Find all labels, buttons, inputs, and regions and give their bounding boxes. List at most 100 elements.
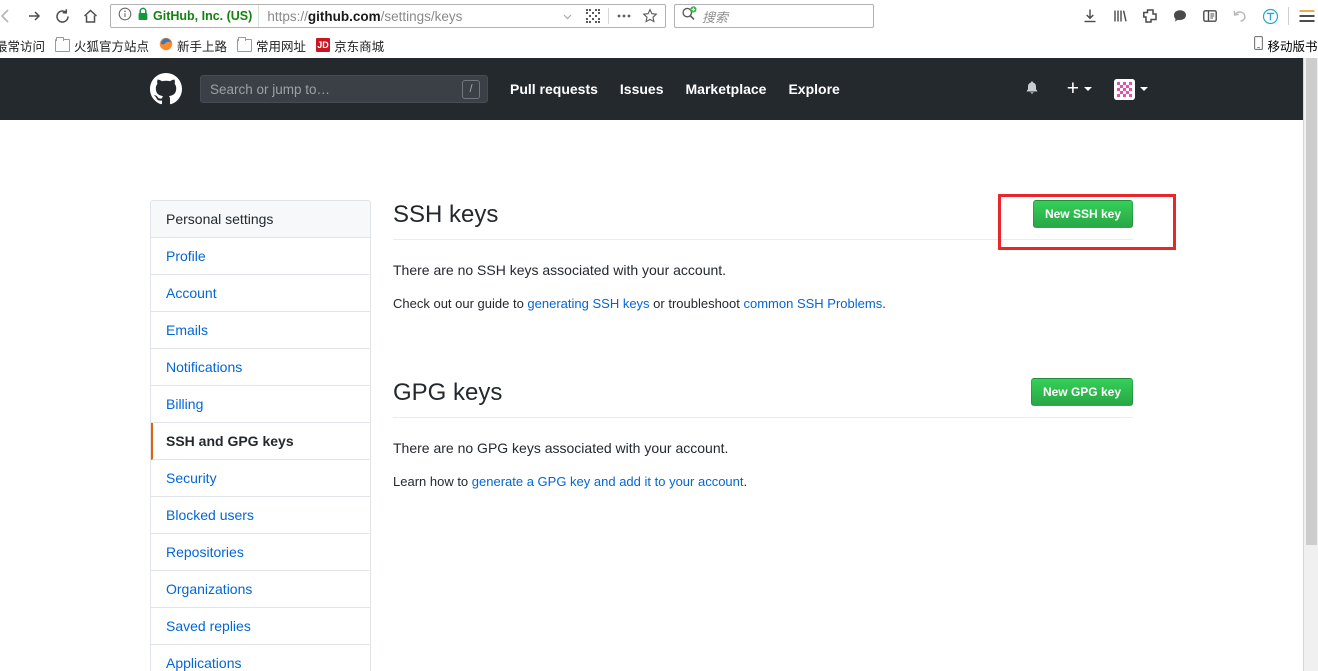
github-search-placeholder: Search or jump to…	[210, 81, 331, 97]
toolbar-divider	[1288, 7, 1289, 25]
reader-sidebar-icon[interactable]	[1195, 2, 1225, 30]
bookmark-common-sites[interactable]: 常用网址	[232, 34, 311, 56]
github-mark-icon[interactable]	[150, 73, 182, 105]
bookmark-label: 最常访问	[0, 39, 46, 54]
settings-content: Personal settings Profile Account Emails…	[0, 120, 1303, 671]
github-search-input[interactable]: Search or jump to… /	[200, 75, 488, 103]
settings-main-column: SSH keys New SSH key There are no SSH ke…	[393, 200, 1133, 492]
gpg-keys-title: GPG keys	[393, 379, 503, 406]
chat-bubble-icon[interactable]	[1165, 2, 1195, 30]
gpg-guide-text: Learn how to generate a GPG key and add …	[393, 471, 1133, 492]
sidebar-item-ssh-and-gpg-keys[interactable]: SSH and GPG keys	[151, 423, 370, 460]
ssh-empty-message: There are no SSH keys associated with yo…	[393, 262, 727, 278]
sidebar-item-blocked-users[interactable]: Blocked users	[151, 497, 370, 534]
ssh-guide-text: Check out our guide to generating SSH ke…	[393, 293, 1133, 314]
github-global-header: Search or jump to… / Pull requests Issue…	[0, 58, 1303, 120]
sidebar-item-profile[interactable]: Profile	[151, 238, 370, 275]
sidebar-heading: Personal settings	[151, 201, 370, 238]
create-new-menu[interactable]: +	[1066, 77, 1092, 100]
mobile-phone-icon	[1254, 35, 1264, 55]
sidebar-item-organizations[interactable]: Organizations	[151, 571, 370, 608]
browser-search-bar[interactable]: 搜索	[674, 4, 874, 28]
bookmarks-toolbar: 最常访问 火狐官方站点 新手上路 常用网址 JD 京东商城 移动版书签	[0, 32, 1318, 58]
reload-icon[interactable]	[48, 2, 76, 30]
generating-ssh-keys-link[interactable]: generating SSH keys	[527, 296, 649, 311]
hamburger-menu-icon[interactable]	[1292, 2, 1318, 30]
nav-issues[interactable]: Issues	[620, 81, 664, 97]
gpg-keys-section: GPG keys New GPG key There are no GPG ke…	[393, 378, 1133, 492]
padlock-icon[interactable]	[137, 7, 149, 26]
bell-icon[interactable]	[1024, 80, 1042, 98]
nav-pull-requests[interactable]: Pull requests	[510, 81, 598, 97]
sidebar-item-account[interactable]: Account	[151, 275, 370, 312]
scrollbar-thumb[interactable]	[1306, 58, 1317, 545]
mobile-bookmarks-folder[interactable]: 移动版书签	[1254, 35, 1318, 55]
personal-settings-menu: Personal settings Profile Account Emails…	[150, 200, 371, 671]
library-icon[interactable]	[1105, 2, 1135, 30]
ssh-guide-prefix: Check out our guide to	[393, 296, 528, 311]
settings-sidebar: Personal settings Profile Account Emails…	[150, 200, 371, 671]
browser-chrome: GitHub, Inc. (US) https://github.com/set…	[0, 0, 1318, 58]
ssh-guide-suffix: .	[882, 296, 886, 311]
nav-marketplace[interactable]: Marketplace	[686, 81, 767, 97]
site-identity-box[interactable]: GitHub, Inc. (US)	[111, 5, 260, 27]
generate-gpg-key-link[interactable]: generate a GPG key and add it to your ac…	[472, 474, 744, 489]
sidebar-item-saved-replies[interactable]: Saved replies	[151, 608, 370, 645]
sidebar-item-billing[interactable]: Billing	[151, 386, 370, 423]
common-ssh-problems-link[interactable]: common SSH Problems	[744, 296, 883, 311]
url-bar[interactable]: GitHub, Inc. (US) https://github.com/set…	[110, 4, 666, 28]
bookmark-label: 新手上路	[177, 39, 228, 54]
chevron-down-icon[interactable]	[554, 5, 580, 27]
page-viewport: Search or jump to… / Pull requests Issue…	[0, 58, 1318, 671]
sidebar-item-emails[interactable]: Emails	[151, 312, 370, 349]
bookmark-label: 京东商城	[334, 39, 385, 54]
bookmark-label: 常用网址	[256, 39, 307, 54]
bookmark-jd-mall[interactable]: JD 京东商城	[311, 34, 389, 56]
bookmark-most-visited[interactable]: 最常访问	[0, 34, 50, 56]
user-menu[interactable]	[1114, 78, 1148, 100]
info-circle-icon[interactable]	[118, 7, 132, 26]
urlbar-divider	[608, 8, 609, 24]
sidebar-item-repositories[interactable]: Repositories	[151, 534, 370, 571]
folder-icon	[55, 36, 71, 52]
plus-icon: +	[1066, 77, 1079, 100]
more-dots-icon[interactable]	[611, 5, 637, 27]
qr-code-icon[interactable]	[580, 5, 606, 27]
url-text[interactable]: https://github.com/settings/keys	[259, 9, 554, 24]
browser-navigation-toolbar: GitHub, Inc. (US) https://github.com/set…	[0, 0, 1318, 32]
page-scrollbar[interactable]	[1303, 58, 1318, 671]
home-icon[interactable]	[76, 2, 104, 30]
bookmark-getting-started[interactable]: 新手上路	[154, 34, 232, 56]
avatar	[1114, 78, 1135, 100]
folder-icon	[237, 36, 253, 52]
downloads-icon[interactable]	[1075, 2, 1105, 30]
pocket-icon[interactable]	[1135, 2, 1165, 30]
search-input-placeholder[interactable]: 搜索	[702, 7, 728, 26]
sidebar-item-notifications[interactable]: Notifications	[151, 349, 370, 386]
gpg-guide-prefix: Learn how to	[393, 474, 472, 489]
github-header-actions: +	[1024, 77, 1303, 100]
translate-icon[interactable]	[1255, 2, 1285, 30]
nav-explore[interactable]: Explore	[788, 81, 839, 97]
search-magnifier-add-icon[interactable]	[681, 5, 698, 27]
new-ssh-key-button[interactable]: New SSH key	[1032, 200, 1133, 228]
site-identity-label: GitHub, Inc. (US)	[153, 9, 253, 23]
ssh-guide-middle: or troubleshoot	[649, 296, 744, 311]
forward-arrow-icon[interactable]	[20, 2, 48, 30]
bookmark-label: 火狐官方站点	[74, 39, 150, 54]
sidebar-item-security[interactable]: Security	[151, 460, 370, 497]
chevron-down-icon	[1140, 87, 1148, 91]
gpg-empty-message: There are no GPG keys associated with yo…	[393, 440, 729, 456]
back-arrow-icon[interactable]	[0, 2, 20, 30]
undo-icon[interactable]	[1225, 2, 1255, 30]
jd-icon: JD	[316, 38, 331, 52]
browser-toolbar-actions	[1075, 2, 1318, 30]
firefox-icon	[159, 37, 173, 54]
bookmark-firefox-official[interactable]: 火狐官方站点	[50, 34, 154, 56]
star-icon[interactable]	[637, 5, 663, 27]
url-bar-actions	[554, 5, 665, 27]
search-shortcut-badge: /	[462, 79, 480, 99]
sidebar-item-applications[interactable]: Applications	[151, 645, 370, 671]
gpg-keys-header: GPG keys New GPG key	[393, 378, 1133, 418]
new-gpg-key-button[interactable]: New GPG key	[1030, 378, 1133, 406]
